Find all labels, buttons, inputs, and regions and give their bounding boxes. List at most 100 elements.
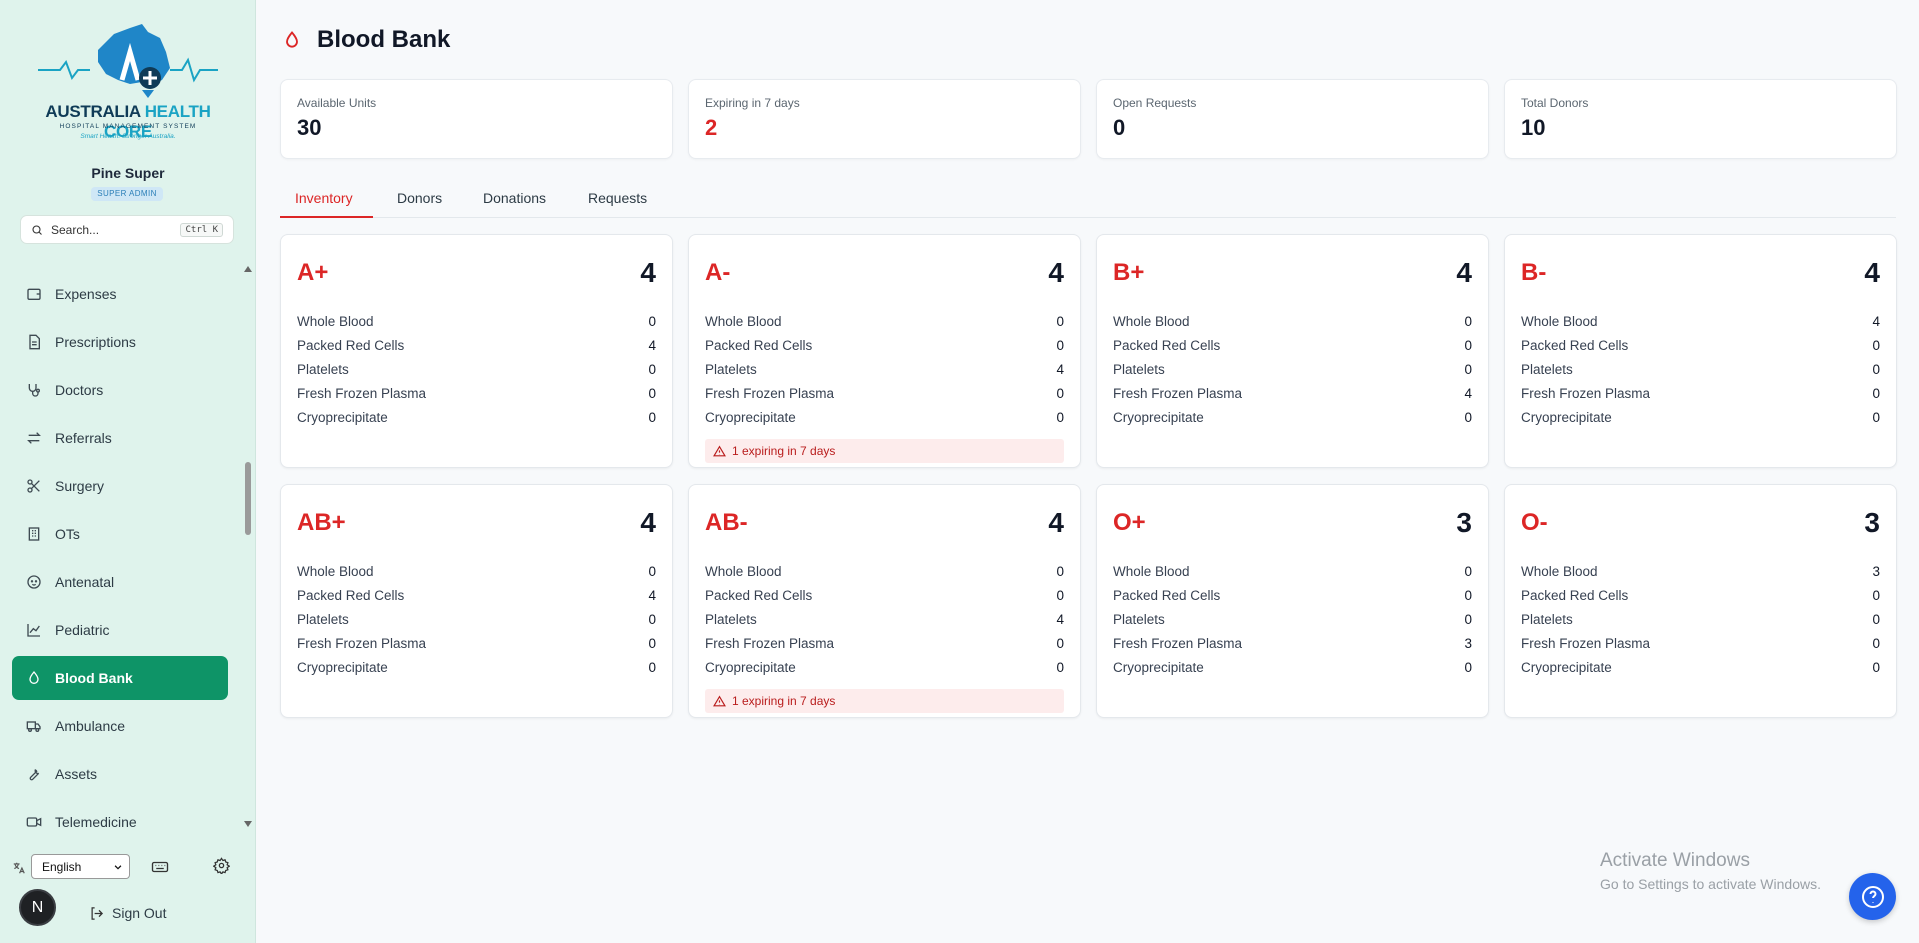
component-label: Cryoprecipitate [1521,659,1612,675]
component-count: 0 [648,659,656,675]
sidebar-item-prescriptions[interactable]: Prescriptions [12,320,228,364]
sidebar-item-assets[interactable]: Assets [12,752,228,796]
stat-value: 30 [297,115,322,140]
component-row: Whole Blood 0 [705,309,1064,333]
expiry-warning-text: 1 expiring in 7 days [732,444,836,458]
stat-value: 0 [1113,115,1126,140]
component-row: Cryoprecipitate 0 [705,405,1064,429]
sidebar-item-ambulance[interactable]: Ambulance [12,704,228,748]
sidebar-item-pediatric[interactable]: Pediatric [12,608,228,652]
blood-group-card: B+ 4 Whole Blood 0 Packed Red Cells 0 Plate… [1096,234,1489,468]
wrench-icon [29,769,40,781]
component-count: 4 [1056,611,1064,627]
component-row: Packed Red Cells 0 [1113,583,1472,607]
component-count: 0 [1872,587,1880,603]
blood-group-total: 4 [1864,257,1880,288]
component-label: Platelets [1521,361,1573,377]
avatar[interactable]: N [19,889,56,926]
stat-value: 10 [1521,115,1546,140]
app-logo[interactable]: AUSTRALIA HEALTH CORE HOSPITAL MANAGEMEN… [30,22,226,146]
component-label: Cryoprecipitate [1521,409,1612,425]
component-count: 0 [1464,659,1472,675]
component-count: 0 [1872,659,1880,675]
tab-donors[interactable]: Donors [397,186,442,218]
scroll-up-arrow[interactable] [244,266,252,272]
settings-gear-icon[interactable] [212,857,231,879]
sidebar-item-label: Doctors [55,382,104,398]
component-label: Whole Blood [297,563,374,579]
warning-triangle-icon [713,694,726,706]
sidebar-item-label: Ambulance [55,718,126,734]
blood-group-label: O- [1521,509,1548,536]
component-row: Platelets 0 [297,607,656,631]
translate-icon [12,861,26,878]
component-label: Packed Red Cells [1521,337,1629,353]
component-count: 4 [1872,313,1880,329]
component-label: Fresh Frozen Plasma [297,385,427,401]
component-count: 0 [648,563,656,579]
sidebar-item-label: Referrals [55,430,112,446]
stat-card-available-units: Available Units 30 [280,79,673,159]
blood-group-label: A+ [297,259,329,286]
sidebar-item-telemedicine[interactable]: Telemedicine [12,800,228,844]
sidebar-item-antenatal[interactable]: Antenatal [12,560,228,604]
blood-group-card: O- 3 Whole Blood 3 Packed Red Cells 0 Plate… [1504,484,1897,718]
component-row: Platelets 0 [1113,607,1472,631]
sidebar-item-expenses[interactable]: Expenses [12,272,228,316]
component-row: Whole Blood 0 [1113,559,1472,583]
watermark-title: Activate Windows [1600,850,1750,871]
australia-logo-icon [38,24,218,98]
component-label: Platelets [705,361,757,377]
component-count: 4 [648,587,656,603]
component-row: Fresh Frozen Plasma 0 [297,631,656,655]
component-count: 0 [648,635,656,651]
sidebar-item-blood-bank[interactable]: Blood Bank [12,656,228,700]
component-label: Cryoprecipitate [705,659,796,675]
sidebar-item-ots[interactable]: OTs [12,512,228,556]
stat-card-total-donors: Total Donors 10 [1504,79,1897,159]
help-button[interactable] [1849,873,1896,920]
component-count: 0 [1464,409,1472,425]
component-count: 4 [1056,361,1064,377]
keyboard-icon[interactable] [151,858,169,881]
sidebar-item-label: Telemedicine [55,814,137,830]
component-count: 0 [648,385,656,401]
sidebar-scrollbar[interactable] [245,462,251,535]
blood-group-card: B- 4 Whole Blood 4 Packed Red Cells 0 Plate… [1504,234,1897,468]
component-count: 0 [1056,635,1064,651]
component-label: Fresh Frozen Plasma [1113,635,1243,651]
logo-subtitle: HOSPITAL MANAGEMENT SYSTEM [59,123,197,130]
component-count: 0 [1464,313,1472,329]
component-label: Platelets [297,611,349,627]
component-count: 0 [1056,587,1064,603]
sidebar-item-referrals[interactable]: Referrals [12,416,228,460]
component-row: Cryoprecipitate 0 [705,655,1064,679]
tab-donations[interactable]: Donations [483,186,546,218]
component-row: Fresh Frozen Plasma 0 [1521,381,1880,405]
component-label: Whole Blood [1521,563,1598,579]
warning-triangle-icon [713,444,726,456]
user-name: Pine Super [91,165,165,181]
tab-inventory[interactable]: Inventory [280,186,373,218]
sidebar-item-label: Surgery [55,478,105,494]
sidebar-item-surgery[interactable]: Surgery [12,464,228,508]
scroll-down-arrow[interactable] [244,821,252,827]
tab-requests[interactable]: Requests [588,186,647,218]
component-label: Whole Blood [1113,313,1190,329]
component-count: 0 [1872,409,1880,425]
sidebar-item-label: Antenatal [55,574,115,590]
component-label: Whole Blood [1521,313,1598,329]
expiry-warning: 1 expiring in 7 days [705,689,1064,713]
component-label: Cryoprecipitate [705,409,796,425]
component-label: Whole Blood [705,313,782,329]
wallet-icon [27,288,41,300]
role-badge: SUPER ADMIN [91,187,163,201]
language-select[interactable]: English [31,854,130,879]
sign-out-button[interactable]: Sign Out [89,905,166,921]
sidebar-item-doctors[interactable]: Doctors [12,368,228,412]
search-input[interactable]: Search... Ctrl K [20,215,234,244]
tab-bar: Inventory Donors Donations Requests [280,186,1896,218]
windows-activation-watermark: Activate Windows Go to Settings to activ… [1600,850,1821,892]
component-count: 0 [1056,563,1064,579]
component-row: Cryoprecipitate 0 [1113,655,1472,679]
